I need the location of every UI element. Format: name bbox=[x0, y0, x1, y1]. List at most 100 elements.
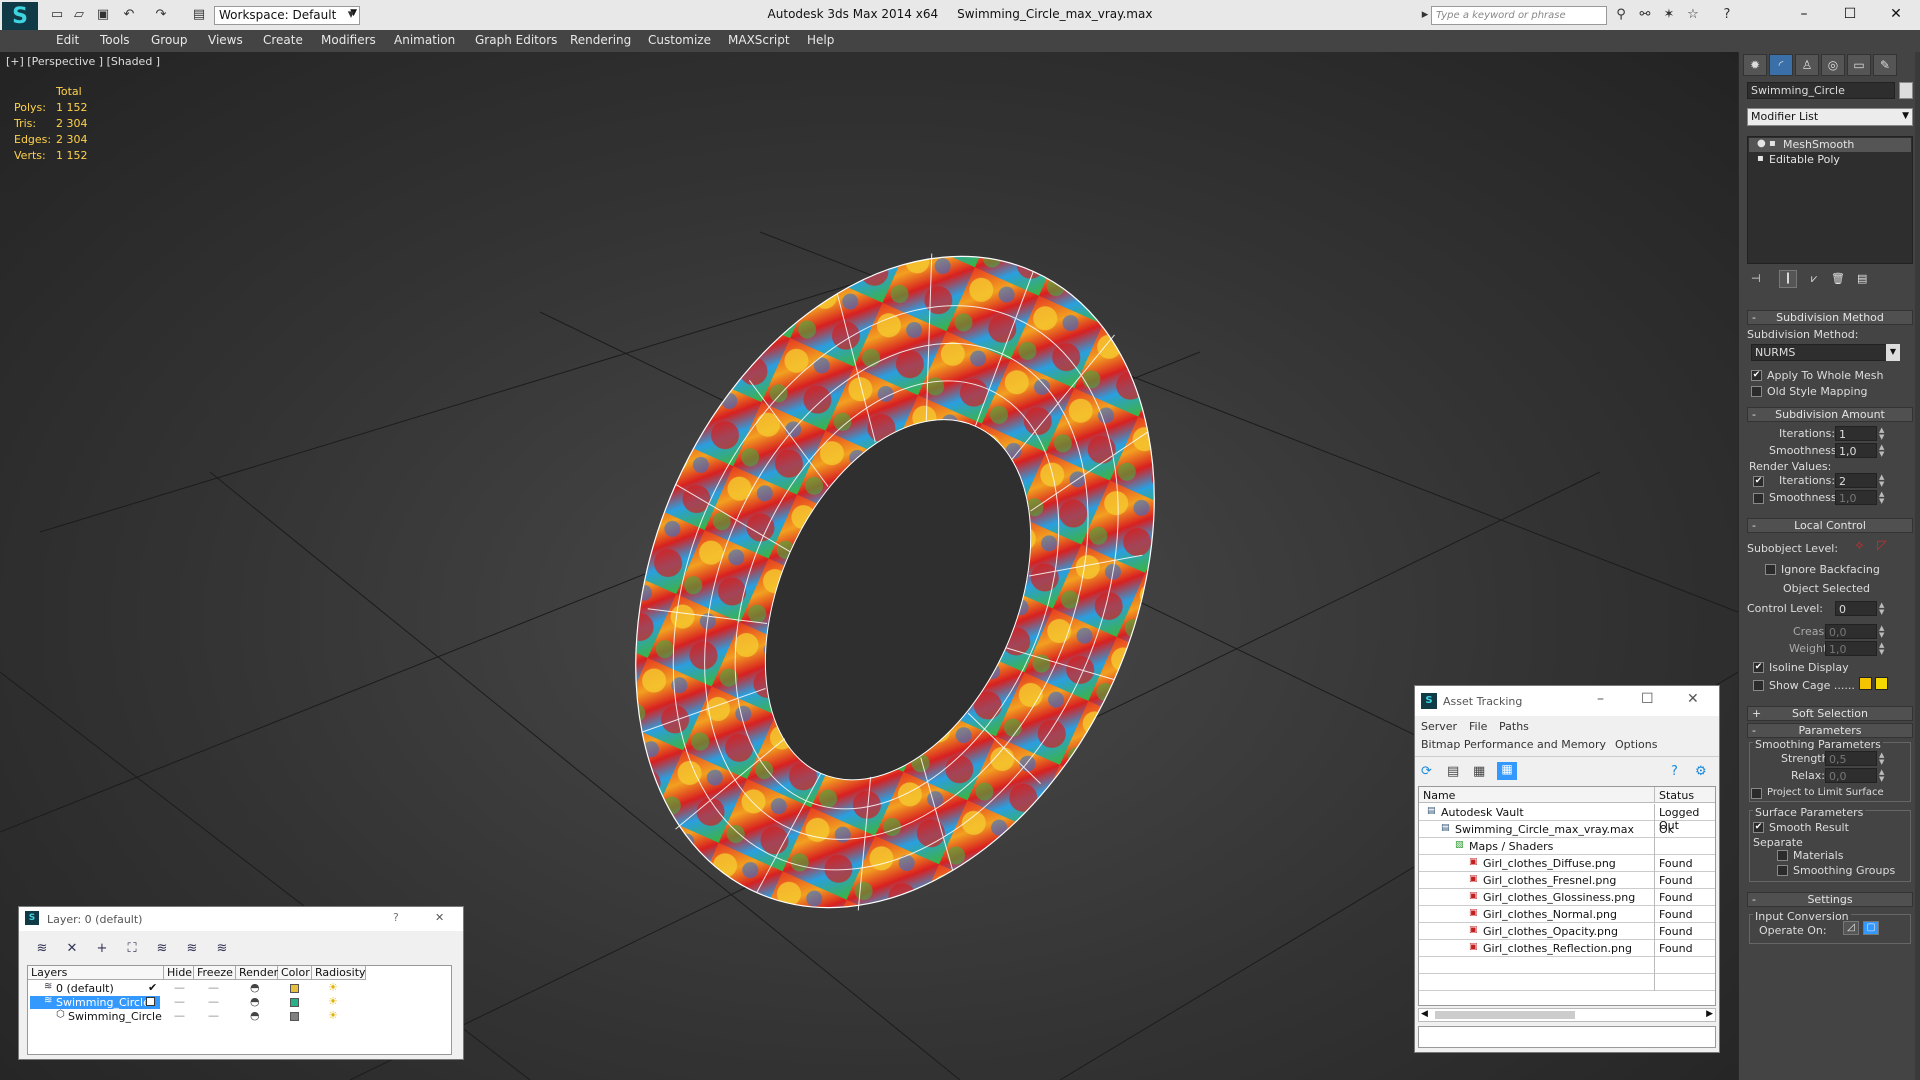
highlight-layer-icon[interactable]: ≋ bbox=[153, 940, 171, 958]
workspace-dropdown[interactable]: Workspace: Default ▼ bbox=[214, 6, 360, 25]
close-button[interactable]: ✕ bbox=[435, 911, 444, 924]
freeze-toggle[interactable]: — bbox=[208, 981, 219, 994]
delete-layer-icon[interactable]: ✕ bbox=[63, 940, 81, 958]
render-smoothness-spinner[interactable]: ▲ ▼ bbox=[1879, 491, 1889, 505]
configure-modifier-sets-icon[interactable]: ▤ bbox=[1857, 272, 1867, 285]
radiosity-icon[interactable]: ☀ bbox=[328, 981, 338, 994]
make-unique-icon[interactable]: ⩗ bbox=[1811, 272, 1817, 286]
menu-bitmap-performance[interactable]: Bitmap Performance and Memory bbox=[1421, 738, 1606, 751]
control-level-spinner[interactable]: ▲ ▼ bbox=[1879, 602, 1889, 616]
scroll-right-icon[interactable]: ▶ bbox=[1706, 1009, 1713, 1019]
column-status[interactable]: Status bbox=[1659, 789, 1694, 802]
save-file-icon[interactable]: ▣ bbox=[94, 6, 112, 24]
ignore-backfacing-checkbox[interactable] bbox=[1765, 564, 1776, 575]
menu-views[interactable]: Views bbox=[208, 33, 243, 47]
layer-name[interactable]: Swimming_Circle bbox=[68, 1010, 162, 1023]
rollout-local-control[interactable]: - Local Control bbox=[1747, 518, 1913, 533]
table-view-icon[interactable]: ▦ bbox=[1473, 764, 1485, 779]
operate-on-triangles-icon[interactable]: ◿ bbox=[1843, 921, 1859, 935]
object-color-swatch[interactable] bbox=[1899, 82, 1913, 99]
utilities-tab-icon[interactable]: ✎ bbox=[1873, 54, 1897, 76]
render-teapot-icon[interactable]: ◓ bbox=[250, 981, 260, 994]
rollout-settings[interactable]: - Settings bbox=[1747, 892, 1913, 907]
asset-row[interactable]: ▣ Girl_clothes_Opacity.png Found bbox=[1419, 923, 1715, 940]
menu-group[interactable]: Group bbox=[151, 33, 188, 47]
layer-dialog-titlebar[interactable]: S Layer: 0 (default) ? ✕ bbox=[19, 907, 463, 931]
smoothness-spinner[interactable]: ▲ ▼ bbox=[1879, 444, 1889, 458]
isoline-display-checkbox[interactable]: ✔ bbox=[1753, 662, 1764, 673]
favorites-star-icon[interactable]: ☆ bbox=[1684, 6, 1702, 24]
column-name[interactable]: Name bbox=[1423, 789, 1455, 802]
menu-edit[interactable]: Edit bbox=[56, 33, 79, 47]
vertex-subobject-icon[interactable]: ⟡ bbox=[1855, 538, 1864, 553]
current-layer-check-icon[interactable]: ✔ bbox=[148, 981, 157, 994]
column-layers[interactable]: Layers bbox=[28, 966, 164, 980]
show-end-result-icon[interactable]: ❙ bbox=[1779, 270, 1797, 288]
search-input[interactable]: Type a keyword or phrase bbox=[1431, 6, 1607, 25]
strength-field[interactable]: 0,5 bbox=[1825, 751, 1877, 766]
cage-color-swatch-2[interactable] bbox=[1875, 677, 1888, 690]
pin-stack-icon[interactable]: ⊣ bbox=[1751, 272, 1761, 285]
iterations-field[interactable]: 1 bbox=[1835, 426, 1877, 441]
close-button[interactable]: ✕ bbox=[1872, 2, 1920, 26]
create-layer-icon[interactable]: ≋ bbox=[33, 940, 51, 958]
menu-help[interactable]: Help bbox=[807, 33, 834, 47]
render-smoothness-field[interactable]: 1,0 bbox=[1835, 490, 1877, 505]
layer-row[interactable]: Swimming_Circle ⬡ — — ◓ ☀ bbox=[28, 1009, 452, 1024]
hide-all-icon[interactable]: ≋ bbox=[183, 940, 201, 958]
hide-toggle[interactable]: — bbox=[174, 1009, 185, 1022]
layer-name[interactable]: 0 (default) bbox=[56, 982, 114, 995]
new-file-icon[interactable]: ▭ bbox=[48, 6, 66, 24]
menu-create[interactable]: Create bbox=[263, 33, 303, 47]
asset-row[interactable]: ▤ Autodesk Vault Logged Out bbox=[1419, 804, 1715, 832]
create-tab-icon[interactable]: ✹ bbox=[1743, 54, 1767, 76]
modifier-list-dropdown[interactable]: Modifier List ▼ bbox=[1747, 108, 1913, 126]
asset-row[interactable]: ▣ Girl_clothes_Diffuse.png Found bbox=[1419, 855, 1715, 872]
maximize-button[interactable]: ☐ bbox=[1641, 691, 1654, 707]
rollout-soft-selection[interactable]: + Soft Selection bbox=[1747, 706, 1913, 721]
asset-row[interactable]: ▣ Girl_clothes_Fresnel.png Found bbox=[1419, 872, 1715, 889]
expand-icon[interactable]: ▪ bbox=[1769, 138, 1776, 149]
render-iterations-checkbox[interactable]: ✔ bbox=[1753, 476, 1764, 487]
asset-row[interactable]: ▣ Girl_clothes_Normal.png Found bbox=[1419, 906, 1715, 923]
grid-view-icon[interactable]: ▦ bbox=[1497, 762, 1517, 780]
asset-tracking-titlebar[interactable]: S Asset Tracking – ☐ ✕ bbox=[1415, 686, 1719, 716]
freeze-all-icon[interactable]: ≋ bbox=[213, 940, 231, 958]
menu-animation[interactable]: Animation bbox=[394, 33, 455, 47]
freeze-toggle[interactable]: — bbox=[208, 995, 219, 1008]
crease-spinner[interactable]: ▲ ▼ bbox=[1879, 625, 1889, 639]
weight-spinner[interactable]: ▲ ▼ bbox=[1879, 642, 1889, 656]
render-iterations-field[interactable]: 2 bbox=[1835, 473, 1877, 488]
current-layer-box[interactable] bbox=[146, 997, 155, 1006]
smoothing-groups-checkbox[interactable] bbox=[1777, 865, 1788, 876]
menu-file[interactable]: File bbox=[1469, 720, 1487, 733]
stack-item-meshsmooth[interactable]: ● ▪ MeshSmooth bbox=[1749, 138, 1911, 152]
show-cage-checkbox[interactable] bbox=[1753, 680, 1764, 691]
smooth-result-checkbox[interactable]: ✔ bbox=[1753, 822, 1764, 833]
expand-icon[interactable]: ▪ bbox=[1757, 153, 1764, 164]
rollout-subdivision-amount[interactable]: - Subdivision Amount bbox=[1747, 407, 1913, 422]
project-limit-checkbox[interactable] bbox=[1751, 788, 1762, 799]
asset-row[interactable]: ▧ Maps / Shaders bbox=[1419, 838, 1715, 855]
render-iterations-spinner[interactable]: ▲ ▼ bbox=[1879, 474, 1889, 488]
cage-color-swatch-1[interactable] bbox=[1859, 677, 1872, 690]
asset-row[interactable]: ▣ Girl_clothes_Reflection.png Found bbox=[1419, 940, 1715, 957]
display-tab-icon[interactable]: ▭ bbox=[1847, 54, 1871, 76]
menu-options[interactable]: Options bbox=[1615, 738, 1657, 751]
asset-path-field[interactable] bbox=[1418, 1026, 1716, 1048]
menu-maxscript[interactable]: MAXScript bbox=[728, 33, 790, 47]
operate-on-polygons-icon[interactable]: ▢ bbox=[1863, 921, 1879, 935]
list-view-icon[interactable]: ▤ bbox=[1447, 764, 1459, 779]
apply-whole-mesh-checkbox[interactable]: ✔ bbox=[1751, 370, 1762, 381]
object-name-field[interactable]: Swimming_Circle bbox=[1747, 82, 1895, 99]
column-hide[interactable]: Hide bbox=[164, 966, 194, 980]
radiosity-icon[interactable]: ☀ bbox=[328, 1009, 338, 1022]
layer-row[interactable]: Swimming_Circle ≋ — — ◓ ☀ bbox=[28, 995, 452, 1010]
binoculars-icon[interactable]: ⚲ bbox=[1612, 6, 1630, 24]
help-icon[interactable]: ? bbox=[1718, 6, 1736, 24]
stack-item-editable-poly[interactable]: ▪ Editable Poly bbox=[1749, 153, 1911, 167]
weight-field[interactable]: 1,0 bbox=[1825, 641, 1877, 656]
relax-field[interactable]: 0,0 bbox=[1825, 768, 1877, 783]
minimize-button[interactable]: – bbox=[1780, 2, 1828, 26]
menu-modifiers[interactable]: Modifiers bbox=[321, 33, 376, 47]
